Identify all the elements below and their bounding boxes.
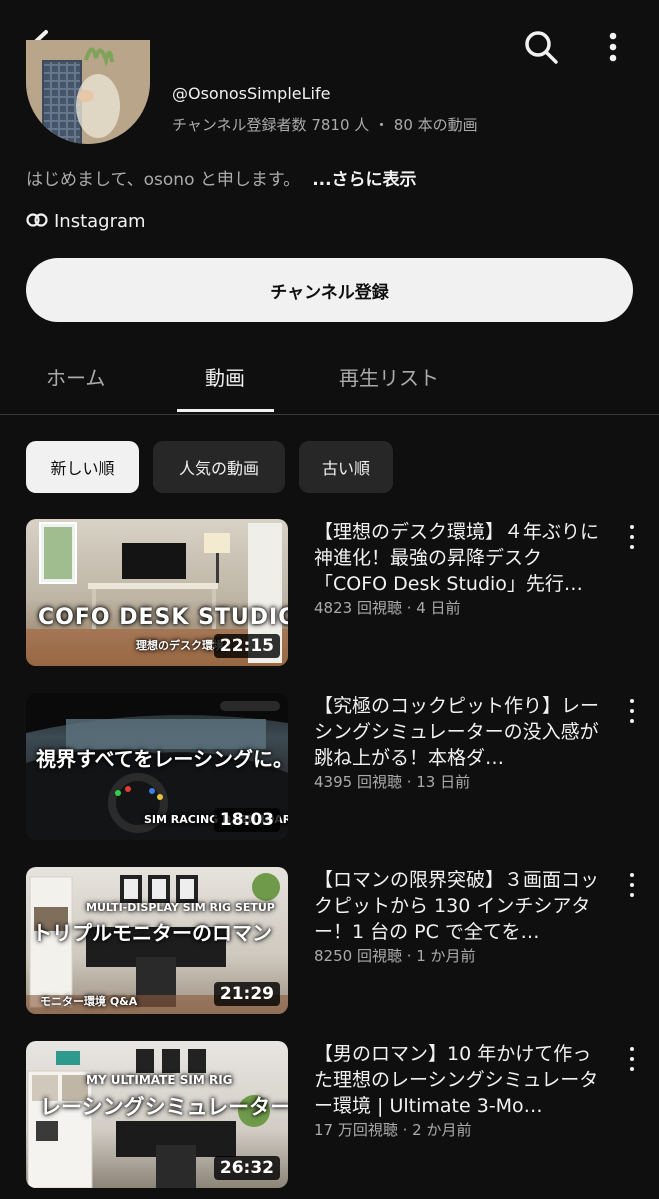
more-vertical-icon[interactable]	[600, 28, 626, 66]
video-item[interactable]: MULTI-DISPLAY SIM RIG SETUP トリプルモニターのロマン…	[0, 867, 659, 1017]
thumbnail-title-text: トリプルモニターのロマン	[32, 921, 272, 945]
thumbnail-top-text: MY ULTIMATE SIM RIG	[86, 1073, 233, 1087]
video-more-icon[interactable]	[622, 523, 642, 551]
video-more-icon[interactable]	[622, 1045, 642, 1073]
video-thumbnail[interactable]: MULTI-DISPLAY SIM RIG SETUP トリプルモニターのロマン…	[26, 867, 288, 1014]
video-thumbnail[interactable]: 視界すべてをレーシングに。 SIM RACING DASHBOARD 18:03	[26, 693, 288, 840]
video-duration: 22:15	[213, 634, 280, 658]
tab-videos[interactable]: 動画	[205, 362, 245, 391]
chip-newest[interactable]: 新しい順	[26, 441, 139, 493]
search-icon[interactable]	[520, 26, 562, 68]
channel-handle: @OsonosSimpleLife	[172, 84, 331, 103]
video-item[interactable]: COFO DESK STUDIO 理想のデスク環境 22:15 【理想のデスク環…	[0, 519, 659, 669]
video-meta: 8250 回視聴 · 1 か月前	[314, 947, 476, 965]
tab-home[interactable]: ホーム	[46, 362, 105, 391]
channel-tabs: ホーム 動画 再生リスト	[0, 350, 659, 415]
link-icon	[26, 211, 48, 232]
thumbnail-title-text: COFO DESK STUDIO	[38, 605, 288, 630]
video-more-icon[interactable]	[622, 871, 642, 899]
thumbnail-top-text: MULTI-DISPLAY SIM RIG SETUP	[86, 901, 275, 914]
video-title[interactable]: 【男のロマン】10 年かけて作った理想のレーシングシミュレーター環境 | Ult…	[314, 1041, 604, 1119]
description-text: はじめまして、osono と申します。	[26, 170, 301, 190]
tab-playlists[interactable]: 再生リスト	[339, 362, 439, 391]
chip-popular[interactable]: 人気の動画	[153, 441, 285, 493]
video-title[interactable]: 【ロマンの限界突破】３画面コックピットから 130 インチシアター！1 台の P…	[314, 867, 604, 945]
video-duration: 26:32	[213, 1156, 280, 1180]
thumbnail-title-text: レーシングシミュレーター	[40, 1095, 288, 1119]
link-label: Instagram	[54, 211, 146, 232]
video-thumbnail[interactable]: MY ULTIMATE SIM RIG レーシングシミュレーター 26:32	[26, 1041, 288, 1188]
video-more-icon[interactable]	[622, 697, 642, 725]
video-title[interactable]: 【究極のコックピット作り】レーシングシミュレーターの没入感が跳ね上がる！本格ダ…	[314, 693, 604, 771]
thumbnail-title-text: 視界すべてをレーシングに。	[36, 747, 288, 771]
video-item[interactable]: MY ULTIMATE SIM RIG レーシングシミュレーター 26:32 【…	[0, 1041, 659, 1191]
chip-oldest[interactable]: 古い順	[299, 441, 393, 493]
channel-description[interactable]: はじめまして、osono と申します。 ...さらに表示	[26, 165, 417, 190]
channel-stats: チャンネル登録者数 7810 人 ・ 80 本の動画	[172, 116, 478, 134]
channel-avatar[interactable]	[26, 40, 150, 144]
active-tab-indicator	[177, 409, 274, 412]
show-more-link[interactable]: ...さらに表示	[312, 170, 416, 190]
video-meta: 17 万回視聴 · 2 か月前	[314, 1121, 472, 1139]
video-item[interactable]: 視界すべてをレーシングに。 SIM RACING DASHBOARD 18:03…	[0, 693, 659, 843]
video-duration: 21:29	[213, 982, 280, 1006]
subscribe-button[interactable]: チャンネル登録	[26, 258, 633, 322]
video-meta: 4395 回視聴 · 13 日前	[314, 773, 471, 791]
video-meta: 4823 回視聴 · 4 日前	[314, 599, 461, 617]
video-title[interactable]: 【理想のデスク環境】４年ぶりに神進化！最強の昇降デスク「COFO Desk St…	[314, 519, 604, 597]
instagram-link[interactable]: Instagram	[26, 211, 146, 232]
video-duration: 18:03	[213, 808, 280, 832]
video-thumbnail[interactable]: COFO DESK STUDIO 理想のデスク環境 22:15	[26, 519, 288, 666]
